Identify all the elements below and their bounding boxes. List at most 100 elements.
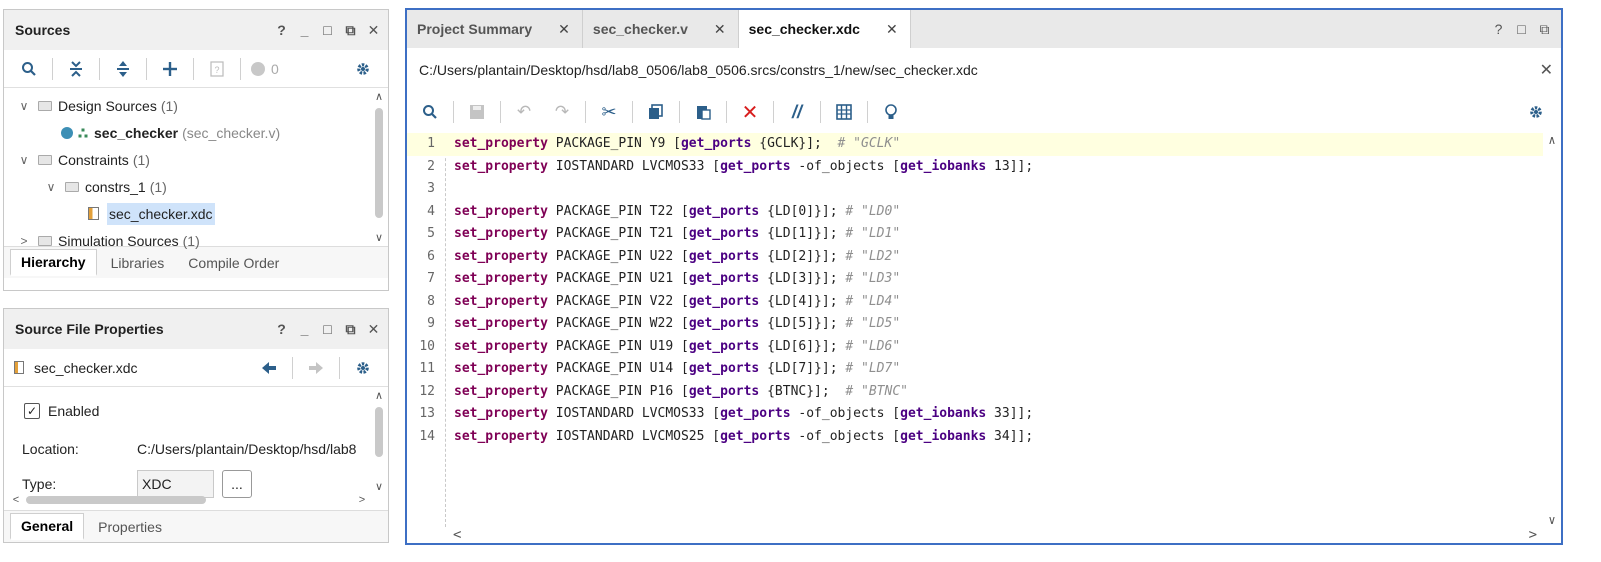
gear-icon[interactable] bbox=[346, 55, 380, 83]
code-line[interactable]: 13 set_property IOSTANDARD LVCMOS33 [get_… bbox=[407, 403, 1543, 426]
editor-vscrollbar[interactable]: ∧ ∨ bbox=[1543, 133, 1561, 527]
code-line[interactable]: 9 set_property PACKAGE_PIN W22 [get_ports… bbox=[407, 313, 1543, 336]
scroll-thumb[interactable] bbox=[375, 407, 383, 457]
scroll-left-icon[interactable]: < bbox=[10, 494, 22, 506]
lightbulb-icon[interactable] bbox=[874, 98, 908, 126]
cut-icon[interactable]: ✂ bbox=[592, 98, 626, 126]
back-arrow-icon[interactable] bbox=[252, 354, 286, 382]
scroll-thumb[interactable] bbox=[375, 108, 383, 218]
chevron-right-icon[interactable]: > bbox=[16, 234, 32, 248]
code-keyword: set_property bbox=[454, 338, 548, 354]
expand-all-icon[interactable] bbox=[106, 55, 140, 83]
code-line[interactable]: 5 set_property PACKAGE_PIN T21 [get_ports… bbox=[407, 223, 1543, 246]
maximize-icon[interactable]: □ bbox=[321, 22, 334, 38]
forward-arrow-icon[interactable] bbox=[299, 354, 333, 382]
chevron-down-icon[interactable]: ∨ bbox=[43, 180, 59, 194]
tab-sec-checker-v[interactable]: sec_checker.v ✕ bbox=[583, 10, 739, 48]
gear-icon[interactable] bbox=[1519, 98, 1553, 126]
sources-scrollbar[interactable]: ∧ ∨ bbox=[373, 90, 385, 244]
search-icon[interactable] bbox=[12, 55, 46, 83]
code-line[interactable]: 8 set_property PACKAGE_PIN V22 [get_ports… bbox=[407, 291, 1543, 314]
tree-row-xdc-file[interactable]: sec_checker.xdc bbox=[4, 200, 388, 227]
tab-general[interactable]: General bbox=[10, 513, 85, 540]
close-icon[interactable]: ✕ bbox=[367, 22, 380, 39]
scroll-thumb[interactable] bbox=[26, 496, 206, 504]
code-line[interactable]: 12 set_property PACKAGE_PIN P16 [get_port… bbox=[407, 381, 1543, 404]
code-line[interactable]: 10 set_property PACKAGE_PIN U19 [get_port… bbox=[407, 336, 1543, 359]
float-icon[interactable]: ⧉ bbox=[344, 22, 357, 39]
save-icon[interactable] bbox=[460, 98, 494, 126]
scroll-down-icon[interactable]: ∨ bbox=[373, 231, 385, 244]
code-line[interactable]: 7 set_property PACKAGE_PIN U21 [get_ports… bbox=[407, 268, 1543, 291]
tree-row-design-sources[interactable]: ∨ Design Sources (1) bbox=[4, 92, 388, 119]
column-view-icon[interactable] bbox=[827, 98, 861, 126]
maximize-icon[interactable]: □ bbox=[1515, 21, 1528, 37]
close-icon[interactable]: ✕ bbox=[558, 21, 570, 38]
scroll-left-icon[interactable]: < bbox=[453, 527, 461, 543]
properties-hscrollbar[interactable]: < > bbox=[10, 493, 368, 507]
help-icon[interactable]: ? bbox=[275, 321, 288, 337]
copy-icon[interactable] bbox=[639, 98, 673, 126]
minimize-icon[interactable]: _ bbox=[298, 321, 311, 337]
tree-row-constraints[interactable]: ∨ Constraints (1) bbox=[4, 146, 388, 173]
toolbar-divider bbox=[679, 101, 680, 123]
chevron-down-icon[interactable]: ∨ bbox=[16, 99, 32, 113]
type-label: Type: bbox=[22, 476, 57, 492]
tab-sec-checker-xdc[interactable]: sec_checker.xdc ✕ bbox=[738, 10, 911, 48]
code-line[interactable]: 2 set_property IOSTANDARD LVCMOS33 [get_p… bbox=[407, 156, 1543, 179]
code-text: {LD[0]}]; bbox=[759, 203, 846, 219]
tab-libraries[interactable]: Libraries bbox=[101, 251, 175, 275]
paste-icon[interactable] bbox=[686, 98, 720, 126]
tree-row-simulation-sources[interactable]: > Simulation Sources (1) bbox=[4, 227, 388, 254]
line-number: 1 bbox=[427, 136, 435, 151]
close-icon[interactable]: ✕ bbox=[886, 21, 898, 38]
properties-scrollbar[interactable]: ∧ ∨ bbox=[373, 389, 385, 493]
undo-icon[interactable]: ↶ bbox=[507, 98, 541, 126]
close-path-icon[interactable]: ✕ bbox=[1540, 60, 1553, 80]
code-line[interactable]: 11 set_property PACKAGE_PIN U14 [get_port… bbox=[407, 358, 1543, 381]
scroll-up-icon[interactable]: ∧ bbox=[373, 90, 385, 103]
code-line[interactable]: 1 set_property PACKAGE_PIN Y9 [get_ports … bbox=[407, 133, 1543, 156]
close-icon[interactable]: ✕ bbox=[367, 321, 380, 338]
code-line[interactable]: 6 set_property PACKAGE_PIN U22 [get_ports… bbox=[407, 246, 1543, 269]
redo-icon[interactable]: ↷ bbox=[545, 98, 579, 126]
scroll-up-icon[interactable]: ∧ bbox=[373, 389, 385, 402]
tab-properties[interactable]: Properties bbox=[88, 515, 172, 539]
tab-compile-order[interactable]: Compile Order bbox=[178, 251, 289, 275]
search-icon[interactable] bbox=[413, 98, 447, 126]
unknown-file-icon[interactable]: ? bbox=[200, 55, 234, 83]
code-line[interactable]: 3 bbox=[407, 178, 1543, 201]
close-icon[interactable]: ✕ bbox=[714, 21, 726, 38]
chevron-down-icon[interactable]: ∨ bbox=[16, 153, 32, 167]
scroll-right-icon[interactable]: > bbox=[356, 494, 368, 506]
maximize-icon[interactable]: □ bbox=[321, 321, 334, 337]
scroll-down-icon[interactable]: ∨ bbox=[1548, 513, 1555, 527]
tree-row-sec-checker[interactable]: sec_checker (sec_checker.v) bbox=[4, 119, 388, 146]
code-line[interactable]: 4 set_property PACKAGE_PIN T22 [get_ports… bbox=[407, 201, 1543, 224]
editor-hscrollbar[interactable]: < > bbox=[447, 527, 1543, 543]
code-text: PACKAGE_PIN T22 [ bbox=[547, 203, 689, 219]
gear-icon[interactable] bbox=[346, 354, 380, 382]
comment-toggle-icon[interactable]: // bbox=[780, 98, 814, 126]
code-area[interactable]: 1 set_property PACKAGE_PIN Y9 [get_ports … bbox=[407, 133, 1561, 543]
add-sources-icon[interactable] bbox=[153, 55, 187, 83]
tree-count: (1) bbox=[149, 178, 167, 195]
tab-project-summary[interactable]: Project Summary ✕ bbox=[407, 10, 583, 48]
scroll-up-icon[interactable]: ∧ bbox=[1548, 133, 1555, 147]
code-function: get_ports bbox=[720, 406, 791, 421]
float-icon[interactable]: ⧉ bbox=[344, 321, 357, 338]
help-icon[interactable]: ? bbox=[1492, 21, 1505, 37]
code-line[interactable]: 14 set_property IOSTANDARD LVCMOS25 [get_… bbox=[407, 426, 1543, 449]
float-icon[interactable]: ⧉ bbox=[1538, 21, 1551, 38]
help-icon[interactable]: ? bbox=[275, 22, 288, 38]
tree-row-constrs-1[interactable]: ∨ constrs_1 (1) bbox=[4, 173, 388, 200]
code-text: 34]]; bbox=[986, 428, 1034, 444]
enabled-checkbox[interactable]: ✓ bbox=[24, 403, 40, 419]
delete-icon[interactable]: ✕ bbox=[733, 98, 767, 126]
code-lines[interactable]: 1 set_property PACKAGE_PIN Y9 [get_ports … bbox=[407, 133, 1543, 448]
code-text: {LD[7]}]; bbox=[759, 361, 846, 376]
collapse-all-icon[interactable] bbox=[59, 55, 93, 83]
scroll-down-icon[interactable]: ∨ bbox=[373, 480, 385, 493]
minimize-icon[interactable]: _ bbox=[298, 22, 311, 38]
scroll-right-icon[interactable]: > bbox=[1529, 527, 1537, 543]
